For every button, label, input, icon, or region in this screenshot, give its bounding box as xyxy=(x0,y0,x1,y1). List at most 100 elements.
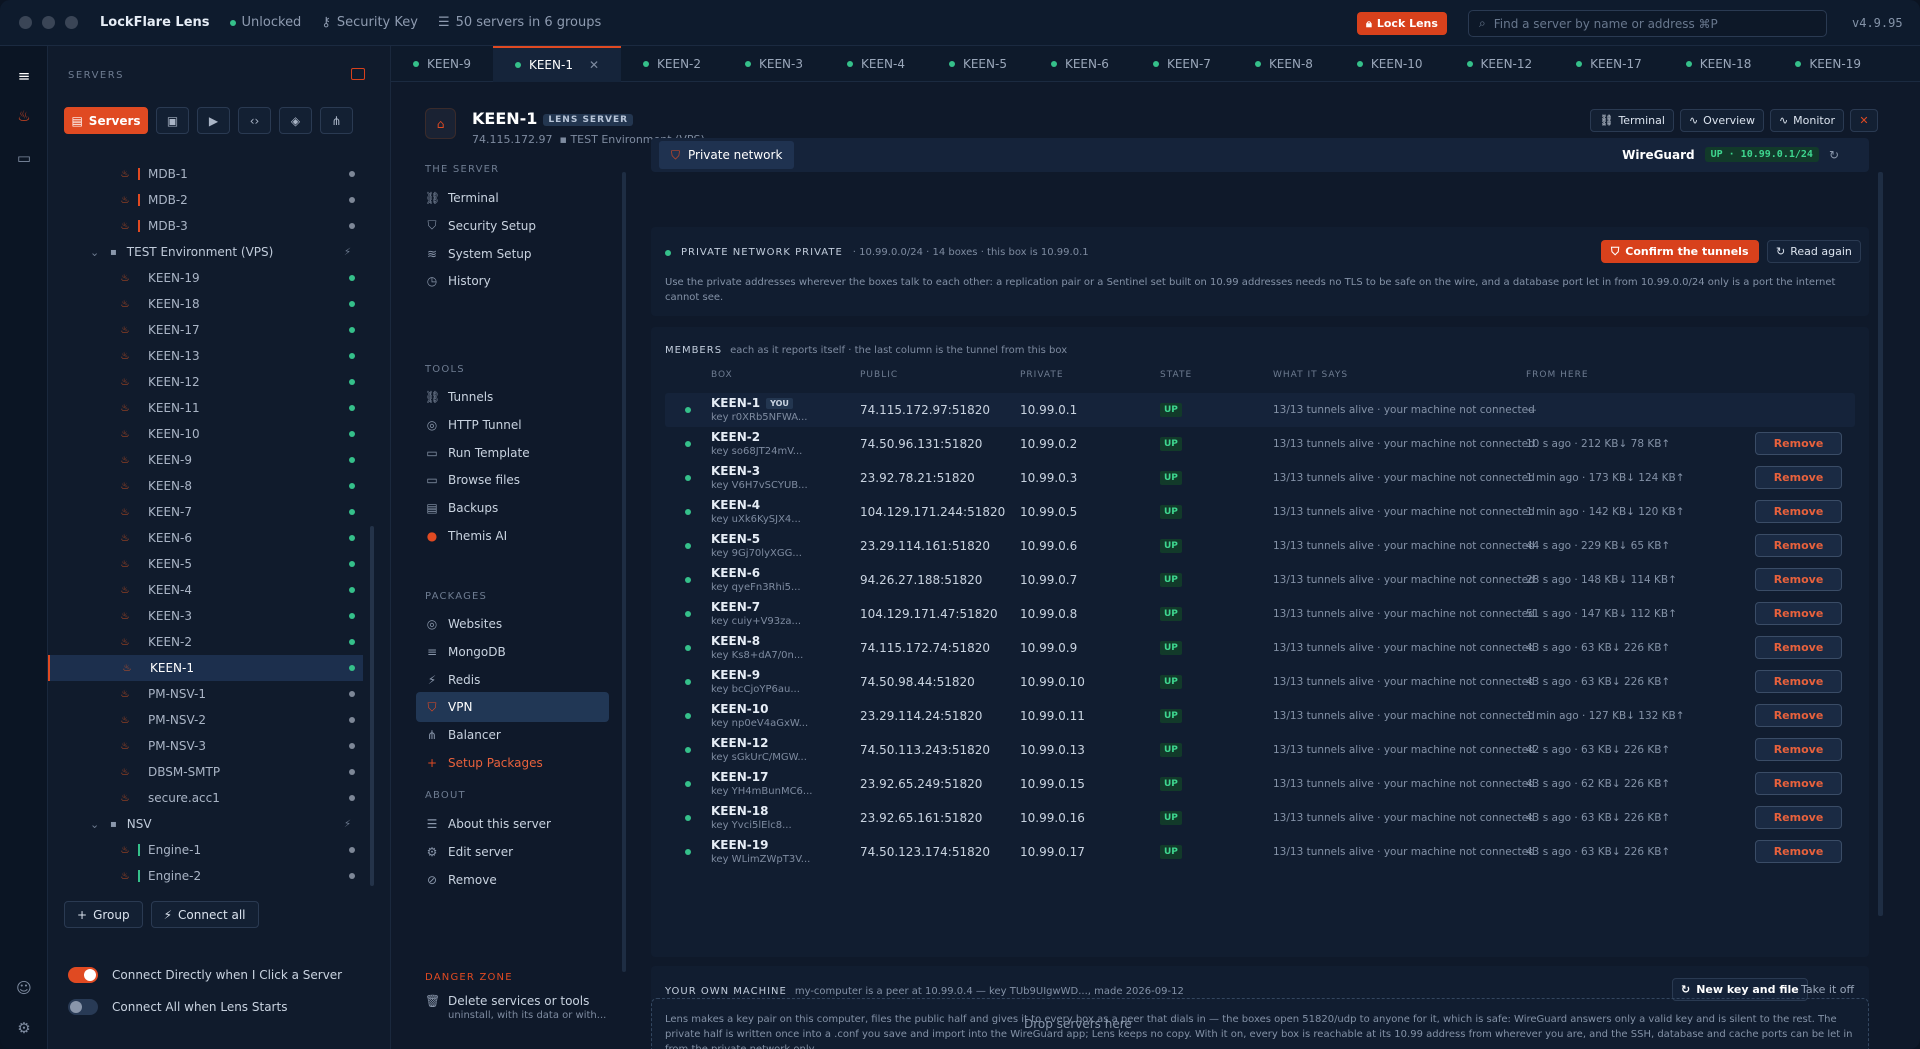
subnav-item-edit-server[interactable]: ⚙ Edit server xyxy=(416,837,609,867)
tree-server[interactable]: ♨ KEEN-18 xyxy=(48,291,363,317)
private-network-tab[interactable]: ⛉ Private network xyxy=(659,141,795,169)
tree-server[interactable]: ♨ KEEN-17 xyxy=(48,317,363,343)
remove-member-button[interactable]: Remove xyxy=(1755,670,1842,693)
tab-server[interactable]: KEEN-2 xyxy=(621,46,723,82)
flame-rail-icon[interactable]: ♨ xyxy=(12,104,36,128)
remove-member-button[interactable]: Remove xyxy=(1755,738,1842,761)
tree-server[interactable]: ♨ PM-NSV-1 xyxy=(48,681,363,707)
tree-server[interactable]: ♨ KEEN-9 xyxy=(48,447,363,473)
remove-member-button[interactable]: Remove xyxy=(1755,500,1842,523)
remove-member-button[interactable]: Remove xyxy=(1755,806,1842,829)
tree-server[interactable]: ♨ Engine-2 xyxy=(48,863,363,889)
tree-server[interactable]: ♨ PM-NSV-2 xyxy=(48,707,363,733)
tab-server[interactable]: KEEN-4 xyxy=(825,46,927,82)
collapse-sidebar-icon[interactable] xyxy=(351,68,365,80)
tree-server[interactable]: ♨ KEEN-6 xyxy=(48,525,363,551)
close-tab-icon[interactable]: ✕ xyxy=(589,58,599,72)
take-it-off-button[interactable]: Take it off xyxy=(1801,983,1854,996)
tab-server[interactable]: KEEN-1 ✕ xyxy=(492,46,622,82)
subnav-item-browse-files[interactable]: ▭ Browse files xyxy=(416,465,609,495)
subnav-item-balancer[interactable]: ⋔ Balancer xyxy=(416,720,609,750)
maximize-window-button[interactable] xyxy=(65,16,78,29)
tree-server[interactable]: ♨ KEEN-12 xyxy=(48,369,363,395)
subnav-item-security-setup[interactable]: ⛉ Security Setup xyxy=(416,211,609,241)
remove-member-button[interactable]: Remove xyxy=(1755,534,1842,557)
tab-server[interactable]: KEEN-10 xyxy=(1335,46,1445,82)
tree-server[interactable]: ♨ KEEN-7 xyxy=(48,499,363,525)
content-scrollbar[interactable] xyxy=(1878,172,1883,916)
gear-icon[interactable]: ⚙ xyxy=(12,1016,36,1040)
tree-server[interactable]: ♨ DBSM-SMTP xyxy=(48,759,363,785)
tree-group[interactable]: ⌄ ▪ TEST Environment (VPS) ⚡ xyxy=(48,239,363,265)
tree-server[interactable]: ♨ KEEN-2 xyxy=(48,629,363,655)
servers-rail-icon[interactable]: ≡ xyxy=(12,64,36,88)
connect-direct-toggle[interactable] xyxy=(68,967,98,983)
remove-member-button[interactable]: Remove xyxy=(1755,840,1842,863)
tree-server[interactable]: ♨ secure.acc1 xyxy=(48,785,363,811)
confirm-tunnels-button[interactable]: ⛉ Confirm the tunnels xyxy=(1601,240,1759,263)
chevron-down-icon[interactable]: ⌄ xyxy=(90,246,104,259)
tree-server[interactable]: ♨ PM-NSV-3 xyxy=(48,733,363,759)
subnav-item-redis[interactable]: ⚡ Redis xyxy=(416,665,609,695)
remove-member-button[interactable]: Remove xyxy=(1755,704,1842,727)
tree-server[interactable]: ♨ KEEN-8 xyxy=(48,473,363,499)
tab-server[interactable]: KEEN-18 xyxy=(1664,46,1774,82)
subnav-item-run-template[interactable]: ▭ Run Template xyxy=(416,438,609,468)
tree-server[interactable]: ♨ MDB-3 xyxy=(48,213,363,239)
drop-zone[interactable]: Drop servers here xyxy=(651,998,1869,1049)
tab-server[interactable]: KEEN-7 xyxy=(1131,46,1233,82)
subnav-item-websites[interactable]: ◎ Websites xyxy=(416,609,609,639)
subnav-item-tunnels[interactable]: ⛓ Tunnels xyxy=(416,382,609,412)
tab-server[interactable]: KEEN-3 xyxy=(723,46,825,82)
tree-server[interactable]: ♨ KEEN-1 xyxy=(48,655,363,681)
tree-server[interactable]: ♨ KEEN-10 xyxy=(48,421,363,447)
play-tool-button[interactable]: ▶ xyxy=(197,107,230,134)
read-again-button[interactable]: ↻ Read again xyxy=(1767,240,1861,263)
terminal-tool-button[interactable]: ▣ xyxy=(156,107,189,134)
subnav-item-themis-ai[interactable]: ● Themis AI xyxy=(416,521,609,551)
subnav-item-about-this-server[interactable]: ☰ About this server xyxy=(416,809,609,839)
folder-rail-icon[interactable]: ▭ xyxy=(12,146,36,170)
tree-server[interactable]: ♨ KEEN-19 xyxy=(48,265,363,291)
connect-start-toggle[interactable] xyxy=(68,999,98,1015)
tab-server[interactable]: KEEN-19 xyxy=(1773,46,1883,82)
refresh-icon[interactable]: ↻ xyxy=(1829,148,1839,162)
tab-server[interactable]: KEEN-12 xyxy=(1445,46,1555,82)
remove-member-button[interactable]: Remove xyxy=(1755,568,1842,591)
tree-server[interactable]: ♨ KEEN-3 xyxy=(48,603,363,629)
tree-server[interactable]: ♨ KEEN-13 xyxy=(48,343,363,369)
lock-lens-button[interactable]: 🔒︎ Lock Lens xyxy=(1357,12,1447,35)
remove-member-button[interactable]: Remove xyxy=(1755,432,1842,455)
servers-button[interactable]: ▤ Servers xyxy=(64,107,148,134)
subnav-item-system-setup[interactable]: ≋ System Setup xyxy=(416,239,609,269)
add-group-button[interactable]: + Group xyxy=(64,901,143,928)
tab-server[interactable]: KEEN-17 xyxy=(1554,46,1664,82)
subnav-item-terminal[interactable]: ⛓ Terminal xyxy=(416,183,609,213)
code-tool-button[interactable]: ‹› xyxy=(238,107,271,134)
bolt-icon[interactable]: ⚡ xyxy=(344,247,351,258)
tree-server[interactable]: ♨ Engine-1 xyxy=(48,837,363,863)
remove-member-button[interactable]: Remove xyxy=(1755,772,1842,795)
users-rail-icon[interactable]: ☺ xyxy=(12,976,36,1000)
tab-server[interactable]: KEEN-5 xyxy=(927,46,1029,82)
subnav-item-backups[interactable]: ▤ Backups xyxy=(416,493,609,523)
close-window-button[interactable] xyxy=(19,16,32,29)
sidebar-scrollbar[interactable] xyxy=(370,526,374,886)
tab-server[interactable]: KEEN-6 xyxy=(1029,46,1131,82)
remove-member-button[interactable]: Remove xyxy=(1755,636,1842,659)
subnav-item-setup-packages[interactable]: + Setup Packages xyxy=(416,748,609,778)
tab-server[interactable]: KEEN-9 xyxy=(391,46,493,82)
tree-server[interactable]: ♨ MDB-1 xyxy=(48,161,363,187)
tree-group[interactable]: ⌄ ▪ NSV ⚡ xyxy=(48,811,363,837)
minimize-window-button[interactable] xyxy=(42,16,55,29)
subnav-item-http-tunnel[interactable]: ◎ HTTP Tunnel xyxy=(416,410,609,440)
network-tool-button[interactable]: ⋔ xyxy=(320,107,353,134)
subnav-item-remove[interactable]: ⊘ Remove xyxy=(416,865,609,895)
subnav-scrollbar[interactable] xyxy=(622,172,626,972)
tree-server[interactable]: ♨ KEEN-4 xyxy=(48,577,363,603)
package-tool-button[interactable]: ◈ xyxy=(279,107,312,134)
bolt-icon[interactable]: ⚡ xyxy=(344,819,351,830)
subnav-item-vpn[interactable]: ⛉ VPN xyxy=(416,692,609,723)
subnav-item-history[interactable]: ◷ History xyxy=(416,266,609,296)
remove-member-button[interactable]: Remove xyxy=(1755,466,1842,489)
